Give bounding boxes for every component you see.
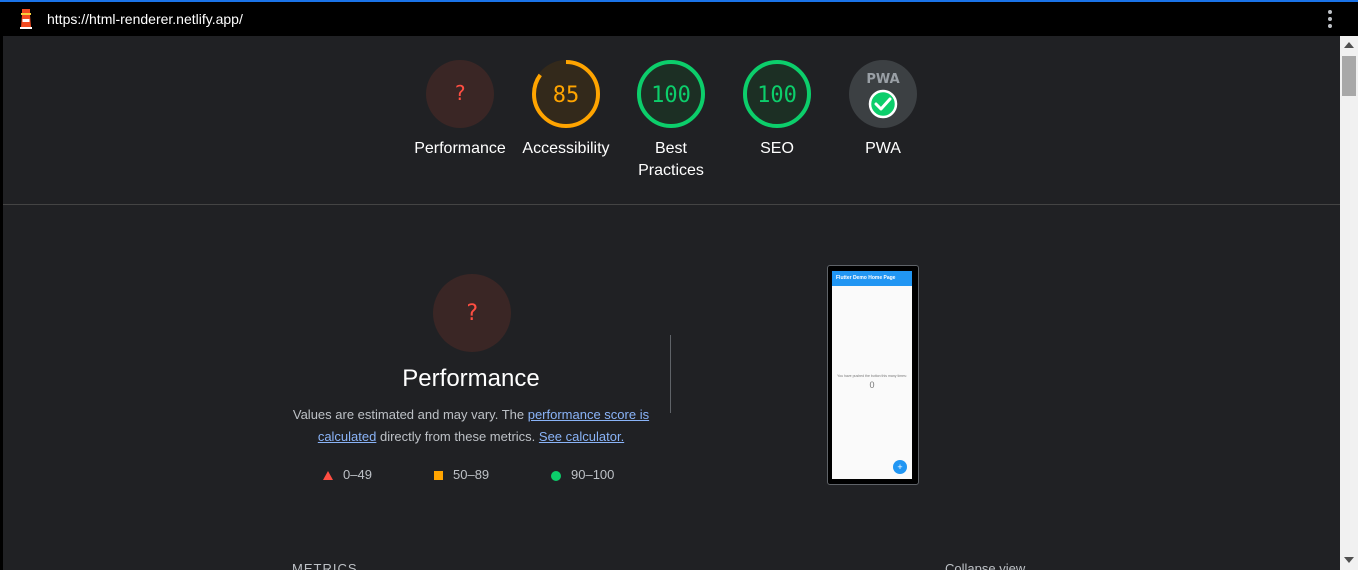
- gauge-pwa[interactable]: PWA PWA: [828, 58, 938, 160]
- scroll-thumb[interactable]: [1342, 56, 1356, 96]
- legend-item-average: 50–89: [434, 467, 489, 482]
- desc-text: directly from these metrics.: [376, 429, 539, 444]
- triangle-icon: [323, 471, 333, 481]
- legend-range: 0–49: [343, 467, 372, 482]
- metrics-heading: METRICS: [292, 561, 358, 570]
- browser-window: https://html-renderer.netlify.app/ ? Per…: [0, 0, 1358, 570]
- performance-score: ?: [465, 301, 478, 326]
- preview-add-button: +: [893, 460, 907, 474]
- desc-text: Values are estimated and may vary. The: [292, 407, 528, 422]
- preview-body-text: You have pushed the button this many tim…: [837, 374, 907, 378]
- square-icon: [434, 471, 443, 481]
- gauge-ring: ?: [426, 60, 494, 128]
- gauge-performance[interactable]: ? Performance: [405, 58, 515, 160]
- gauge-score: 100: [651, 83, 691, 108]
- performance-gauge-large: ?: [433, 274, 511, 352]
- gauge-best-practices[interactable]: 100 Best Practices: [616, 58, 726, 182]
- preview-screen: Flutter Demo Home Page You have pushed t…: [832, 271, 912, 479]
- scroll-down-arrow-icon[interactable]: [1344, 557, 1354, 563]
- gauge-label: Performance: [414, 140, 506, 157]
- url-text[interactable]: https://html-renderer.netlify.app/: [47, 11, 243, 27]
- performance-section: ? Performance Values are estimated and m…: [3, 205, 1340, 570]
- lighthouse-icon: [20, 9, 32, 29]
- circle-icon: [551, 470, 561, 481]
- gauge-score: ?: [454, 81, 466, 105]
- gauge-ring: 100: [743, 60, 811, 128]
- pwa-badge-icon: PWA: [849, 60, 917, 128]
- see-calculator-link[interactable]: See calculator.: [539, 429, 624, 444]
- screenshot-preview[interactable]: Flutter Demo Home Page You have pushed t…: [827, 265, 919, 485]
- legend-item-pass: 90–100: [551, 467, 614, 482]
- gauge-ring: 85: [532, 60, 600, 128]
- scroll-up-arrow-icon[interactable]: [1344, 42, 1354, 48]
- gauge-label: PWA: [865, 140, 901, 157]
- gauge-accessibility[interactable]: 85 Accessibility: [511, 58, 621, 160]
- gauge-seo[interactable]: 100 SEO: [722, 58, 832, 160]
- legend-range: 90–100: [571, 467, 615, 482]
- url-bar: https://html-renderer.netlify.app/: [0, 0, 1358, 36]
- kebab-menu-icon[interactable]: [1322, 10, 1338, 30]
- vertical-divider: [670, 335, 671, 413]
- pwa-badge-text: PWA: [866, 72, 899, 87]
- gauge-label: Best Practices: [638, 140, 704, 179]
- collapse-view-button[interactable]: Collapse view: [945, 561, 1025, 570]
- gauge-score: 100: [757, 83, 797, 108]
- legend-item-fail: 0–49: [323, 467, 372, 482]
- gauge-ring: 100: [637, 60, 705, 128]
- legend-range: 50–89: [453, 467, 490, 482]
- score-gauges: ? Performance 85 Accessibility 100 Best …: [3, 36, 1340, 205]
- gauge-label: Accessibility: [522, 140, 610, 157]
- gauge-label: SEO: [760, 140, 794, 157]
- performance-description: Values are estimated and may vary. The p…: [271, 404, 671, 448]
- gauge-score: 85: [553, 83, 580, 108]
- scrollbar[interactable]: [1340, 36, 1358, 570]
- performance-title: Performance: [402, 365, 540, 392]
- preview-app-bar: Flutter Demo Home Page: [832, 271, 912, 286]
- preview-counter: 0: [869, 380, 875, 390]
